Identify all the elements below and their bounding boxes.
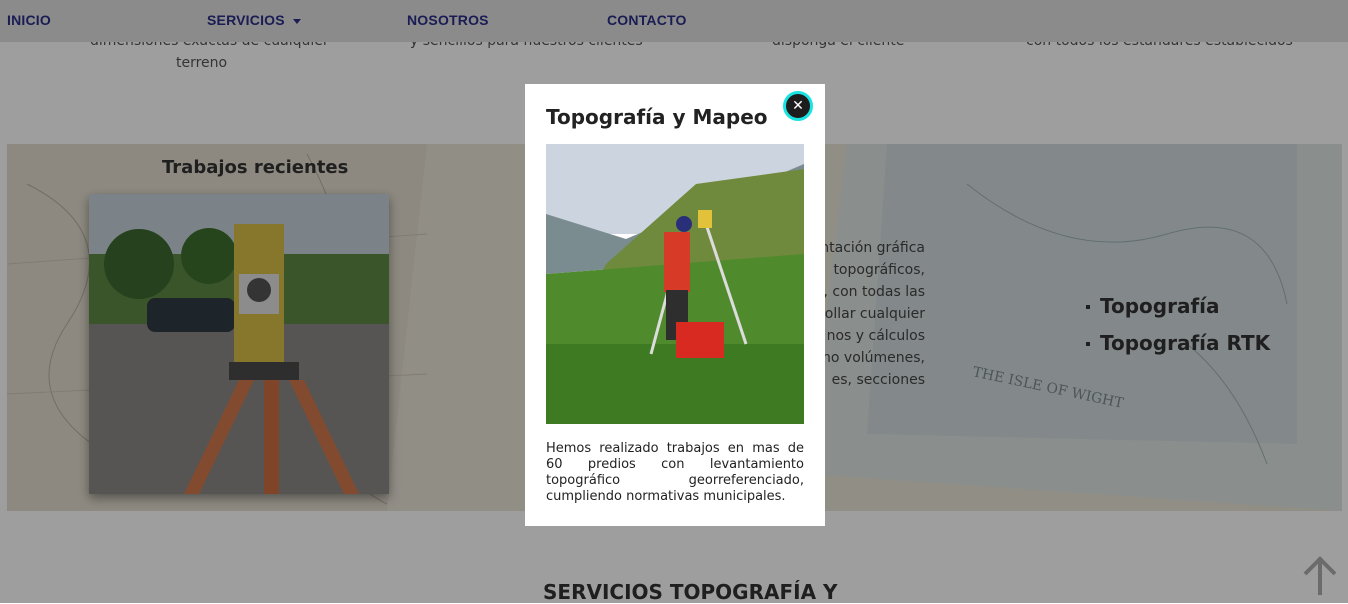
modal-body-text: Hemos realizado trabajos en mas de 60 pr… [546, 441, 804, 504]
service-modal: Topografía y Mapeo ✕ Hemos realizado tra… [525, 84, 825, 526]
modal-title: Topografía y Mapeo [546, 105, 768, 129]
modal-photo [546, 144, 804, 424]
close-icon: ✕ [792, 98, 804, 114]
arrow-up-icon [1303, 556, 1337, 595]
modal-close-button[interactable]: ✕ [783, 91, 813, 121]
scroll-to-top-button[interactable] [1300, 553, 1340, 597]
